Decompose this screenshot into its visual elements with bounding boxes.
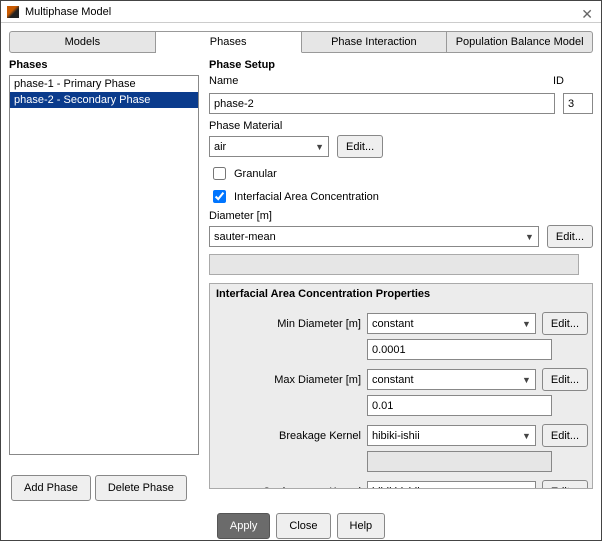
help-button[interactable]: Help [337, 513, 386, 539]
phases-heading: Phases [9, 59, 199, 71]
chevron-down-icon: ▼ [522, 375, 531, 385]
main-tabs: Models Phases Phase Interaction Populati… [9, 31, 593, 53]
coalescence-kernel-label: Coalescence Kernel [216, 486, 361, 490]
chevron-down-icon: ▼ [315, 142, 324, 152]
material-label: Phase Material [209, 120, 593, 132]
chevron-down-icon: ▼ [525, 232, 534, 242]
phase-setup-heading: Phase Setup [209, 59, 593, 71]
chevron-down-icon: ▼ [522, 431, 531, 441]
coalescence-kernel-edit-button[interactable]: Edit... [542, 480, 588, 489]
chevron-down-icon: ▼ [522, 487, 531, 490]
breakage-kernel-edit-button[interactable]: Edit... [542, 424, 588, 447]
granular-label: Granular [234, 168, 277, 180]
id-input[interactable] [563, 93, 593, 114]
min-diameter-input[interactable] [367, 339, 552, 360]
tab-phase-interaction[interactable]: Phase Interaction [302, 31, 448, 53]
material-value: air [214, 141, 226, 153]
max-diameter-dropdown[interactable]: constant ▼ [367, 369, 536, 390]
tab-phases[interactable]: Phases [156, 31, 302, 53]
titlebar: Multiphase Model ✕ [1, 1, 601, 23]
max-diameter-edit-button[interactable]: Edit... [542, 368, 588, 391]
add-phase-button[interactable]: Add Phase [11, 475, 91, 501]
list-item[interactable]: phase-2 - Secondary Phase [10, 92, 198, 108]
id-label: ID [553, 75, 593, 87]
diameter-edit-button[interactable]: Edit... [547, 225, 593, 248]
app-icon [7, 6, 19, 18]
iac-label: Interfacial Area Concentration [234, 191, 379, 203]
iac-properties-heading: Interfacial Area Concentration Propertie… [210, 288, 592, 300]
delete-phase-button[interactable]: Delete Phase [95, 475, 187, 501]
min-diameter-label: Min Diameter [m] [216, 318, 361, 330]
diameter-label: Diameter [m] [209, 210, 593, 222]
tab-models[interactable]: Models [9, 31, 156, 53]
breakage-kernel-value [367, 451, 552, 472]
diameter-dropdown[interactable]: sauter-mean ▼ [209, 226, 539, 247]
max-diameter-input[interactable] [367, 395, 552, 416]
name-input[interactable] [209, 93, 555, 114]
tab-population-balance[interactable]: Population Balance Model [447, 31, 593, 53]
iac-properties-scroll[interactable]: Min Diameter [m] constant ▼ Edit... Max … [210, 306, 592, 489]
coalescence-kernel-dropdown[interactable]: hibiki-ishii ▼ [367, 481, 536, 489]
min-diameter-dropdown[interactable]: constant ▼ [367, 313, 536, 334]
diameter-value: sauter-mean [214, 231, 276, 243]
breakage-kernel-label: Breakage Kernel [216, 430, 361, 442]
iac-properties-panel: Interfacial Area Concentration Propertie… [209, 283, 593, 489]
chevron-down-icon: ▼ [522, 319, 531, 329]
window-title: Multiphase Model [25, 1, 111, 23]
breakage-kernel-dropdown[interactable]: hibiki-ishii ▼ [367, 425, 536, 446]
granular-checkbox[interactable] [213, 167, 226, 180]
min-diameter-edit-button[interactable]: Edit... [542, 312, 588, 335]
list-item[interactable]: phase-1 - Primary Phase [10, 76, 198, 92]
close-button[interactable]: Close [276, 513, 330, 539]
close-icon[interactable]: ✕ [581, 3, 593, 25]
max-diameter-label: Max Diameter [m] [216, 374, 361, 386]
disabled-input [209, 254, 579, 275]
material-dropdown[interactable]: air ▼ [209, 136, 329, 157]
name-label: Name [209, 75, 545, 87]
material-edit-button[interactable]: Edit... [337, 135, 383, 158]
apply-button[interactable]: Apply [217, 513, 271, 539]
iac-checkbox[interactable] [213, 190, 226, 203]
phases-listbox[interactable]: phase-1 - Primary Phase phase-2 - Second… [9, 75, 199, 455]
